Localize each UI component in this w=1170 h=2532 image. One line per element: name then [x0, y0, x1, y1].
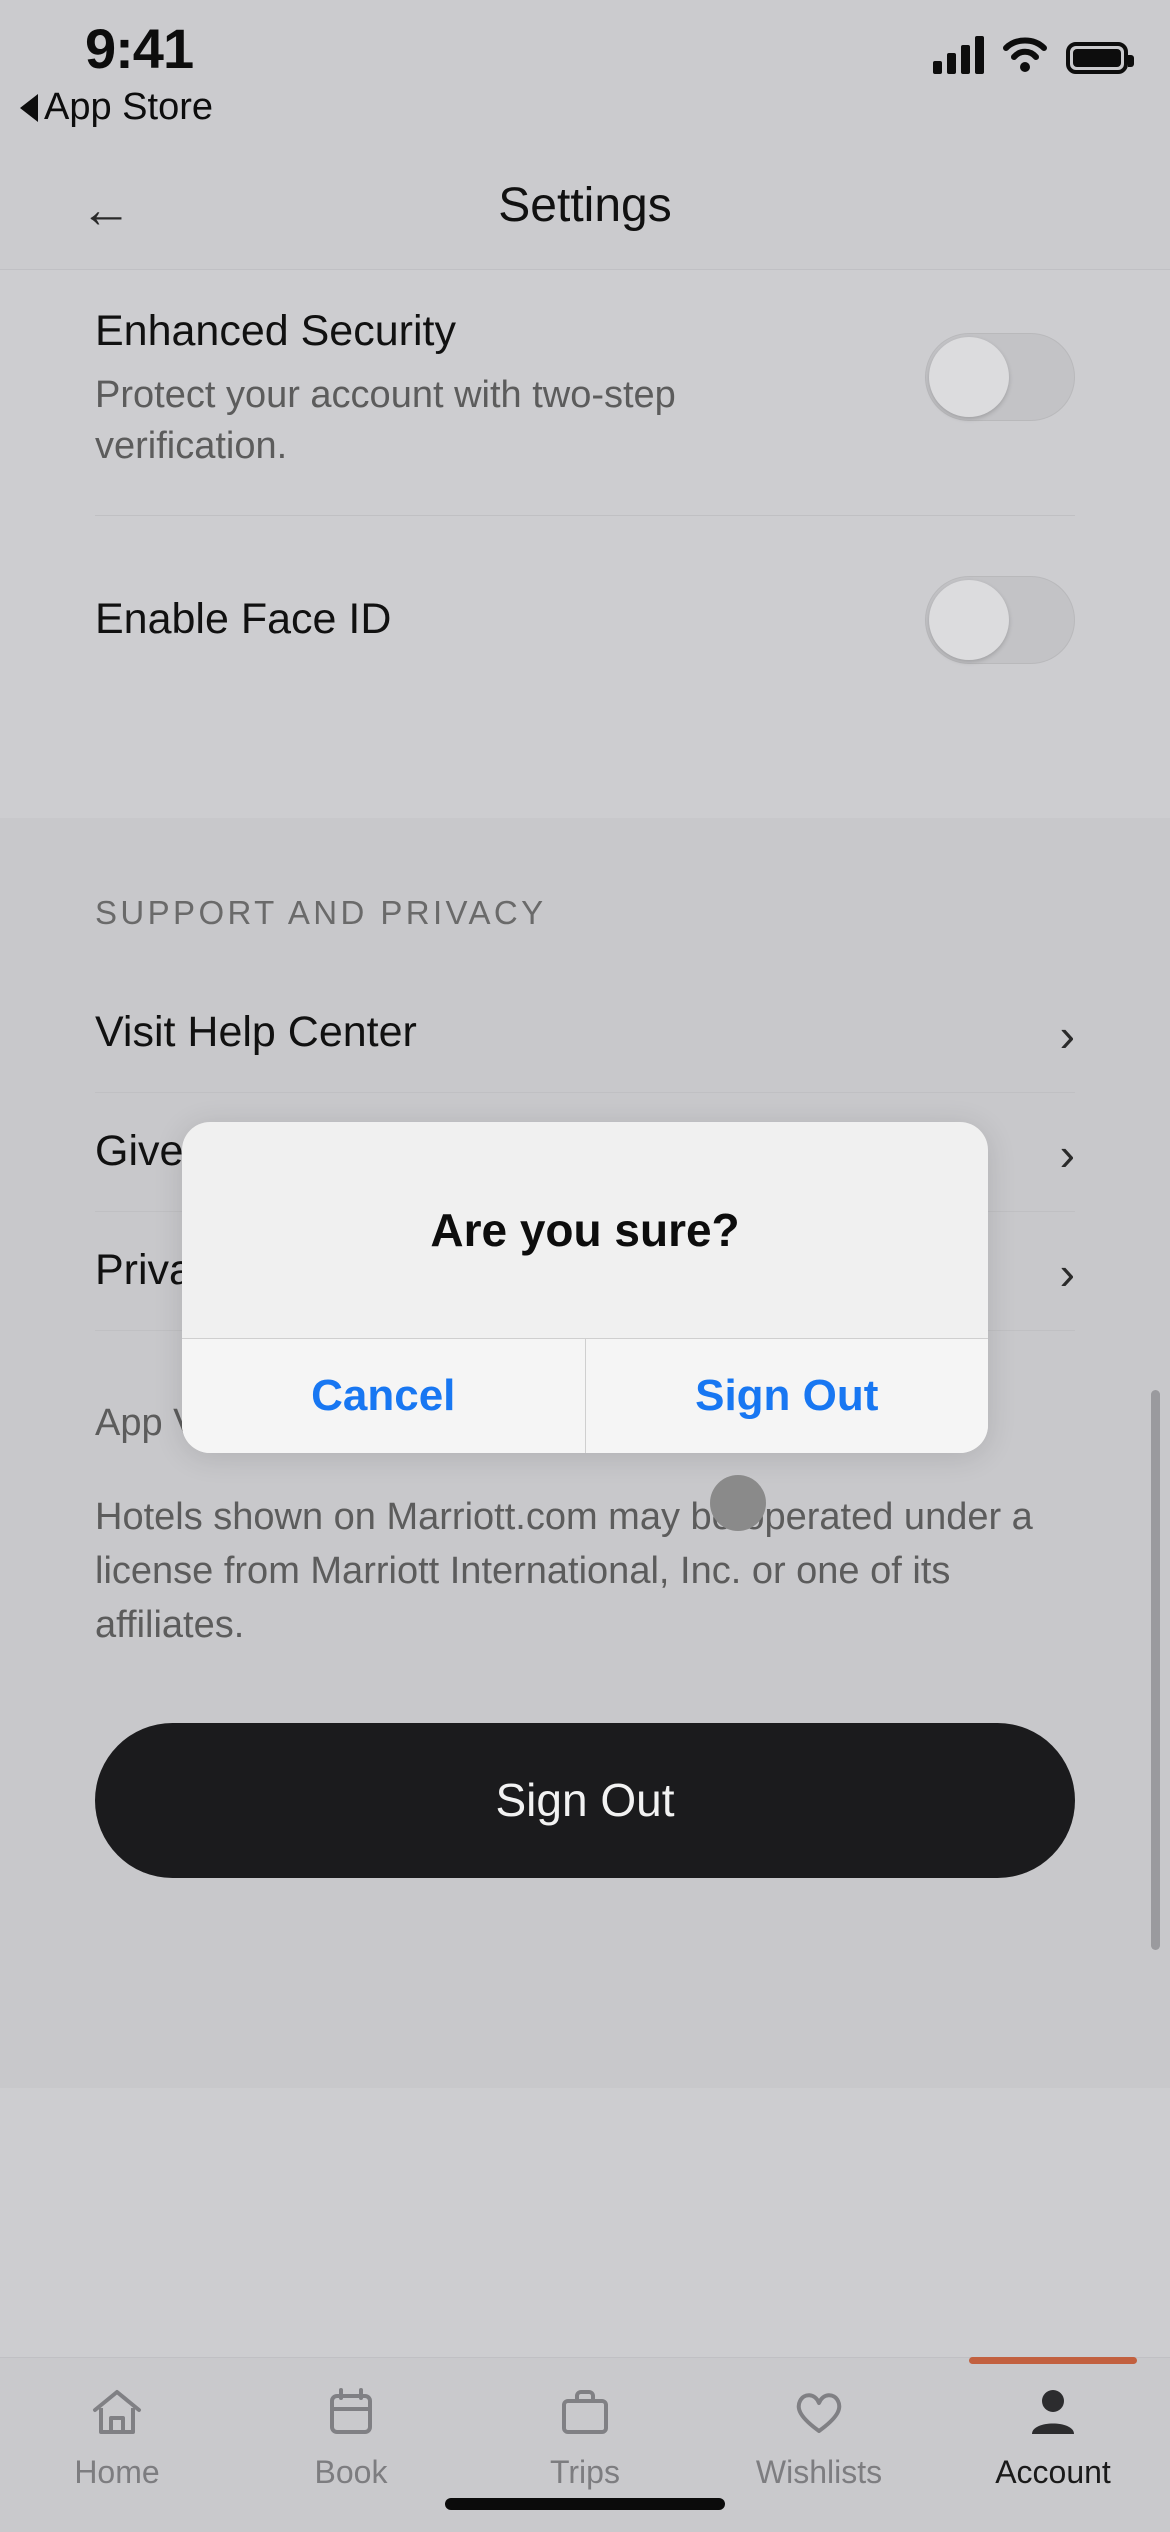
tab-label: Trips — [550, 2454, 620, 2490]
dialog-cancel-button[interactable]: Cancel — [182, 1339, 585, 1453]
tab-book[interactable]: Book — [234, 2358, 468, 2532]
tab-wishlists[interactable]: Wishlists — [702, 2358, 936, 2532]
enhanced-security-description: Protect your account with two-step verif… — [95, 374, 676, 467]
tab-account[interactable]: Account — [936, 2357, 1170, 2532]
cellular-signal-icon — [933, 36, 984, 74]
calendar-icon — [323, 2384, 379, 2440]
home-icon — [89, 2384, 145, 2440]
sign-out-button[interactable]: Sign Out — [95, 1722, 1075, 1878]
tab-label: Wishlists — [755, 2454, 883, 2490]
page-title: Settings — [498, 179, 672, 232]
support-section-header: SUPPORT AND PRIVACY — [95, 893, 547, 931]
tab-home[interactable]: Home — [0, 2358, 234, 2532]
enable-face-id-toggle[interactable] — [925, 575, 1075, 664]
triangle-left-icon — [20, 93, 38, 122]
setting-row-enable-face-id[interactable]: Enable Face ID — [0, 516, 1170, 728]
tab-label: Account — [995, 2454, 1111, 2490]
enhanced-security-toggle[interactable] — [925, 333, 1075, 421]
status-bar-time: 9:41 — [85, 17, 194, 80]
tab-label: Home — [74, 2454, 160, 2490]
enable-face-id-title: Enable Face ID — [95, 595, 392, 644]
status-bar-indicators — [933, 36, 1134, 74]
home-indicator-bar — [445, 2498, 725, 2510]
touch-pointer-indicator — [710, 1475, 766, 1531]
wifi-icon — [1002, 36, 1048, 74]
dialog-title: Are you sure? — [430, 1204, 740, 1256]
enhanced-security-title: Enhanced Security — [95, 307, 456, 355]
toggle-knob — [929, 579, 1009, 660]
sign-out-confirmation-dialog: Are you sure? Cancel Sign Out — [182, 1122, 988, 1453]
active-tab-indicator — [969, 2357, 1137, 2364]
toggle-knob — [929, 337, 1009, 417]
dialog-sign-out-button[interactable]: Sign Out — [584, 1339, 988, 1453]
setting-row-enhanced-security[interactable]: Enhanced Security Protect your account w… — [0, 271, 1170, 515]
person-icon — [1025, 2384, 1081, 2440]
status-bar: 9:41 App Store — [0, 0, 1170, 160]
list-item-visit-help-center[interactable]: Visit Help Center › — [0, 974, 1170, 1092]
tab-label: Book — [314, 2454, 388, 2490]
vertical-scrollbar[interactable] — [1151, 1390, 1160, 1950]
list-item-label: Visit Help Center — [95, 1008, 417, 1057]
battery-full-icon — [1066, 42, 1134, 74]
return-to-app-label: App Store — [44, 86, 213, 128]
navigation-bar: ← Settings — [0, 160, 1170, 270]
briefcase-icon — [557, 2384, 613, 2440]
security-settings-group: Enhanced Security Protect your account w… — [0, 271, 1170, 818]
dialog-actions: Cancel Sign Out — [182, 1338, 988, 1453]
chevron-right-icon: › — [1059, 1008, 1075, 1061]
chevron-right-icon: › — [1059, 1246, 1075, 1299]
return-to-app-store-link[interactable]: App Store — [20, 86, 213, 129]
legal-disclaimer-text: Hotels shown on Marriott.com may be oper… — [95, 1495, 1033, 1646]
chevron-right-icon: › — [1059, 1127, 1075, 1180]
heart-icon — [791, 2384, 847, 2440]
phone-screen: 9:41 App Store ← Settings Enhanced Secur… — [0, 0, 1170, 2532]
